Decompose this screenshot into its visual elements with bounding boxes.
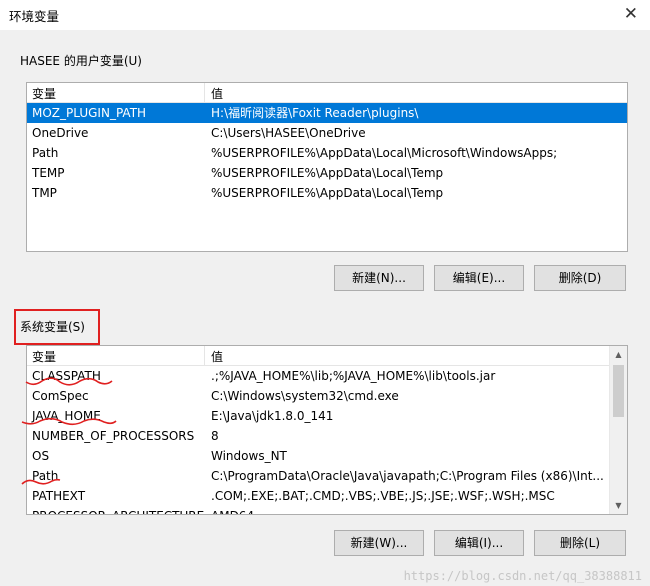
variable-name-cell: Path bbox=[32, 146, 59, 160]
column-header-value[interactable]: 值 bbox=[211, 348, 223, 365]
scroll-down-icon[interactable]: ▼ bbox=[610, 497, 627, 514]
variable-name-cell: JAVA_HOME bbox=[32, 409, 101, 423]
variable-value-cell: %USERPROFILE%\AppData\Local\Microsoft\Wi… bbox=[211, 146, 558, 160]
variable-name-cell: ComSpec bbox=[32, 389, 89, 403]
system-new-button[interactable]: 新建(W)... bbox=[334, 530, 424, 556]
table-row[interactable]: PROCESSOR_ARCHITECTURE AMD64 bbox=[27, 506, 627, 514]
table-row[interactable]: TEMP %USERPROFILE%\AppData\Local\Temp bbox=[27, 163, 627, 183]
variable-value-cell: %USERPROFILE%\AppData\Local\Temp bbox=[211, 166, 444, 180]
window-title: 环境变量 bbox=[9, 9, 60, 24]
title-bar: 环境变量 ✕ bbox=[0, 0, 650, 30]
user-delete-button[interactable]: 删除(D) bbox=[534, 265, 626, 291]
column-separator[interactable] bbox=[204, 346, 205, 365]
user-vars-header: 变量 值 bbox=[27, 83, 627, 103]
user-vars-list[interactable]: 变量 值 MOZ_PLUGIN_PATH H:\福昕阅读器\Foxit Reade… bbox=[26, 82, 628, 252]
table-row[interactable]: ComSpec C:\Windows\system32\cmd.exe bbox=[27, 386, 627, 406]
variable-value-cell: 8 bbox=[211, 429, 219, 443]
variable-value-cell: H:\福昕阅读器\Foxit Reader\plugins\ bbox=[211, 106, 419, 120]
system-vars-rows: CLASSPATH .;%JAVA_HOME%\lib;%JAVA_HOME%\l… bbox=[27, 366, 627, 514]
scroll-up-icon[interactable]: ▲ bbox=[610, 346, 627, 363]
user-new-button[interactable]: 新建(N)... bbox=[334, 265, 424, 291]
table-row[interactable]: PATHEXT .COM;.EXE;.BAT;.CMD;.VBS;.VBE;.JS… bbox=[27, 486, 627, 506]
variable-name-cell: NUMBER_OF_PROCESSORS bbox=[32, 429, 195, 443]
table-row[interactable]: TMP %USERPROFILE%\AppData\Local\Temp bbox=[27, 183, 627, 203]
variable-name-cell: TEMP bbox=[32, 166, 65, 180]
close-icon[interactable]: ✕ bbox=[624, 2, 638, 26]
column-separator[interactable] bbox=[204, 83, 205, 102]
system-vars-header: 变量 值 bbox=[27, 346, 627, 366]
highlight-box bbox=[14, 309, 100, 345]
table-row[interactable]: OneDrive C:\Users\HASEE\OneDrive bbox=[27, 123, 627, 143]
table-row[interactable]: MOZ_PLUGIN_PATH H:\福昕阅读器\Foxit Reader\plu… bbox=[27, 103, 627, 123]
table-row[interactable]: Path %USERPROFILE%\AppData\Local\Microsof… bbox=[27, 143, 627, 163]
user-vars-rows: MOZ_PLUGIN_PATH H:\福昕阅读器\Foxit Reader\plu… bbox=[27, 103, 627, 203]
variable-value-cell: C:\Windows\system32\cmd.exe bbox=[211, 389, 399, 403]
variable-value-cell: Windows_NT bbox=[211, 449, 287, 463]
variable-value-cell: %USERPROFILE%\AppData\Local\Temp bbox=[211, 186, 444, 200]
vertical-scrollbar[interactable]: ▲ ▼ bbox=[609, 346, 627, 514]
variable-value-cell: AMD64 bbox=[211, 506, 254, 514]
system-delete-button[interactable]: 删除(L) bbox=[534, 530, 626, 556]
variable-name-cell: Path bbox=[32, 469, 59, 483]
variable-name-cell: TMP bbox=[32, 186, 57, 200]
user-vars-group-label: HASEE 的用户变量(U) bbox=[20, 54, 142, 68]
variable-name-cell: MOZ_PLUGIN_PATH bbox=[32, 106, 147, 120]
table-row[interactable]: NUMBER_OF_PROCESSORS 8 bbox=[27, 426, 627, 446]
system-edit-button[interactable]: 编辑(I)... bbox=[434, 530, 524, 556]
variable-name-cell: PATHEXT bbox=[32, 489, 86, 503]
column-header-value[interactable]: 值 bbox=[211, 85, 223, 102]
variable-value-cell: .;%JAVA_HOME%\lib;%JAVA_HOME%\lib\tools.… bbox=[211, 369, 496, 383]
variable-name-cell: CLASSPATH bbox=[32, 369, 101, 383]
table-row[interactable]: CLASSPATH .;%JAVA_HOME%\lib;%JAVA_HOME%\l… bbox=[27, 366, 627, 386]
variable-value-cell: .COM;.EXE;.BAT;.CMD;.VBS;.VBE;.JS;.JSE;.… bbox=[211, 489, 555, 503]
table-row[interactable]: JAVA_HOME E:\Java\jdk1.8.0_141 bbox=[27, 406, 627, 426]
table-row[interactable]: Path C:\ProgramData\Oracle\Java\javapath;… bbox=[27, 466, 627, 486]
column-header-variable[interactable]: 变量 bbox=[32, 85, 56, 102]
column-header-variable[interactable]: 变量 bbox=[32, 348, 56, 365]
table-row[interactable]: OS Windows_NT bbox=[27, 446, 627, 466]
variable-name-cell: OS bbox=[32, 449, 50, 463]
variable-value-cell: C:\ProgramData\Oracle\Java\javapath;C:\P… bbox=[211, 469, 604, 483]
scrollbar-thumb[interactable] bbox=[613, 365, 624, 417]
variable-value-cell: C:\Users\HASEE\OneDrive bbox=[211, 126, 366, 140]
variable-name-cell: OneDrive bbox=[32, 126, 89, 140]
user-edit-button[interactable]: 编辑(E)... bbox=[434, 265, 524, 291]
variable-name-cell: PROCESSOR_ARCHITECTURE bbox=[32, 506, 204, 514]
variable-value-cell: E:\Java\jdk1.8.0_141 bbox=[211, 409, 334, 423]
system-vars-list[interactable]: 变量 值 CLASSPATH .;%JAVA_HOME%\lib;%JAVA_HO… bbox=[26, 345, 628, 515]
watermark: https://blog.csdn.net/qq_38388811 bbox=[403, 569, 642, 583]
